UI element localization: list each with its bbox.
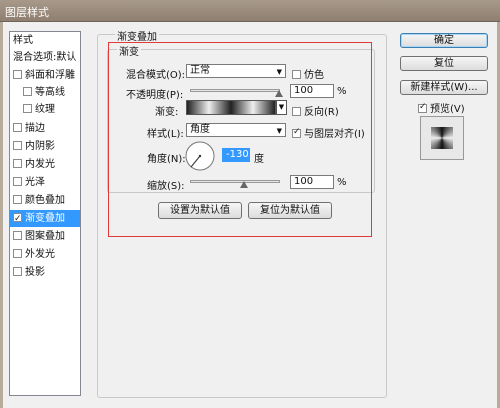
style-dropdown[interactable]: 角度 ▼ (186, 123, 286, 137)
dither-label: 仿色 (304, 70, 324, 81)
sidebar-item-stroke[interactable]: 描边 (10, 120, 80, 137)
sidebar-item-label: 渐变叠加 (25, 213, 65, 224)
sidebar-item-label: 投影 (25, 267, 45, 278)
inner-glow-checkbox[interactable] (13, 159, 22, 168)
sidebar-item-contour[interactable]: 等高线 (10, 84, 80, 101)
new-style-button[interactable]: 新建样式(W)... (400, 80, 488, 95)
sidebar-item-label: 光泽 (25, 177, 45, 188)
gradient-overlay-title: 渐变叠加 (115, 28, 159, 43)
angle-input[interactable]: -130 (222, 148, 250, 162)
preview-swatch (431, 127, 453, 149)
scale-slider[interactable] (190, 180, 280, 183)
sidebar-item-outer-glow[interactable]: 外发光 (10, 246, 80, 263)
reverse-checkbox[interactable] (292, 107, 301, 116)
sidebar-item-pattern-overlay[interactable]: 图案叠加 (10, 228, 80, 245)
color-overlay-checkbox[interactable] (13, 195, 22, 204)
style-value: 角度 (190, 124, 210, 135)
align-layer-label: 与图层对齐(I) (304, 129, 365, 140)
sidebar-item-label: 描边 (25, 123, 45, 134)
chevron-down-icon: ▼ (278, 103, 285, 111)
sidebar-item-drop-shadow[interactable]: 投影 (10, 264, 80, 281)
pattern-overlay-checkbox[interactable] (13, 231, 22, 240)
style-label: 样式(L): (147, 129, 184, 140)
opacity-input[interactable]: 100 (290, 84, 334, 98)
sidebar-item-label: 内发光 (25, 159, 55, 170)
sidebar-item-inner-shadow[interactable]: 内阴影 (10, 138, 80, 155)
preview-checkbox[interactable] (418, 102, 427, 113)
blend-mode-value: 正常 (190, 65, 210, 76)
sidebar-item-label: 等高线 (35, 87, 65, 98)
sidebar-item-label: 图案叠加 (25, 231, 65, 242)
opacity-unit: % (337, 86, 347, 97)
reverse-option[interactable]: 反向(R) (292, 103, 339, 118)
sidebar-item-label: 斜面和浮雕 (25, 70, 75, 81)
sidebar-item-gradient-overlay[interactable]: 渐变叠加 (10, 210, 80, 227)
sidebar-item-satin[interactable]: 光泽 (10, 174, 80, 191)
satin-checkbox[interactable] (13, 177, 22, 186)
dither-checkbox[interactable] (292, 70, 301, 79)
angle-label: 角度(N): (147, 154, 186, 165)
sidebar-item-label: 内阴影 (25, 141, 55, 152)
sidebar-item-label: 外发光 (25, 249, 55, 260)
sidebar-item-styles[interactable]: 样式 (10, 32, 80, 49)
reset-button[interactable]: 复位 (400, 56, 488, 71)
sidebar-item-texture[interactable]: 纹理 (10, 101, 80, 118)
style-list: 样式 混合选项:默认 斜面和浮雕 等高线 纹理 描边 内阴影 内发光 光泽 颜色… (9, 31, 81, 396)
gradient-overlay-checkbox[interactable] (13, 211, 22, 227)
title-bar: 图层样式 (0, 0, 500, 22)
align-layer-option[interactable]: 与图层对齐(I) (292, 125, 365, 140)
sidebar-item-inner-glow[interactable]: 内发光 (10, 156, 80, 173)
blend-mode-label: 混合模式(O): (126, 70, 186, 81)
sidebar-item-label: 混合选项:默认 (13, 52, 77, 63)
chevron-down-icon: ▼ (276, 68, 282, 76)
texture-checkbox[interactable] (23, 104, 32, 113)
gradient-picker-button[interactable]: ▼ (276, 100, 287, 115)
opacity-slider-thumb[interactable] (275, 90, 283, 97)
preview-label: 预览(V) (430, 104, 465, 115)
blend-mode-dropdown[interactable]: 正常 ▼ (186, 64, 286, 78)
inner-shadow-checkbox[interactable] (13, 141, 22, 150)
dither-option[interactable]: 仿色 (292, 66, 324, 81)
opacity-label: 不透明度(P): (126, 90, 184, 101)
stroke-checkbox[interactable] (13, 123, 22, 132)
sidebar-item-label: 颜色叠加 (25, 195, 65, 206)
set-default-button[interactable]: 设置为默认值 (158, 202, 242, 219)
ok-button[interactable]: 确定 (400, 33, 488, 48)
bevel-emboss-checkbox[interactable] (13, 70, 22, 79)
window-title: 图层样式 (5, 6, 49, 19)
sidebar-item-label: 纹理 (35, 104, 55, 115)
opacity-slider[interactable] (190, 89, 280, 92)
angle-dial[interactable] (184, 140, 216, 172)
scale-unit: % (337, 177, 347, 188)
sidebar-item-color-overlay[interactable]: 颜色叠加 (10, 192, 80, 209)
reverse-label: 反向(R) (304, 107, 339, 118)
gradient-swatch[interactable] (186, 100, 276, 115)
drop-shadow-checkbox[interactable] (13, 267, 22, 276)
scale-label: 缩放(S): (147, 181, 185, 192)
sidebar-item-bevel-emboss[interactable]: 斜面和浮雕 (10, 67, 80, 84)
preview-thumbnail (420, 116, 464, 160)
sidebar-item-label: 样式 (13, 35, 33, 46)
outer-glow-checkbox[interactable] (13, 249, 22, 258)
angle-unit: 度 (254, 154, 264, 165)
chevron-down-icon: ▼ (276, 127, 282, 135)
reset-default-button[interactable]: 复位为默认值 (248, 202, 332, 219)
scale-input[interactable]: 100 (290, 175, 334, 189)
align-layer-checkbox[interactable] (292, 127, 301, 138)
contour-checkbox[interactable] (23, 87, 32, 96)
sidebar-item-blending-options[interactable]: 混合选项:默认 (10, 49, 80, 66)
gradient-label: 渐变: (155, 107, 179, 118)
preview-option[interactable]: 预览(V) (418, 100, 465, 115)
scale-slider-thumb[interactable] (240, 181, 248, 188)
